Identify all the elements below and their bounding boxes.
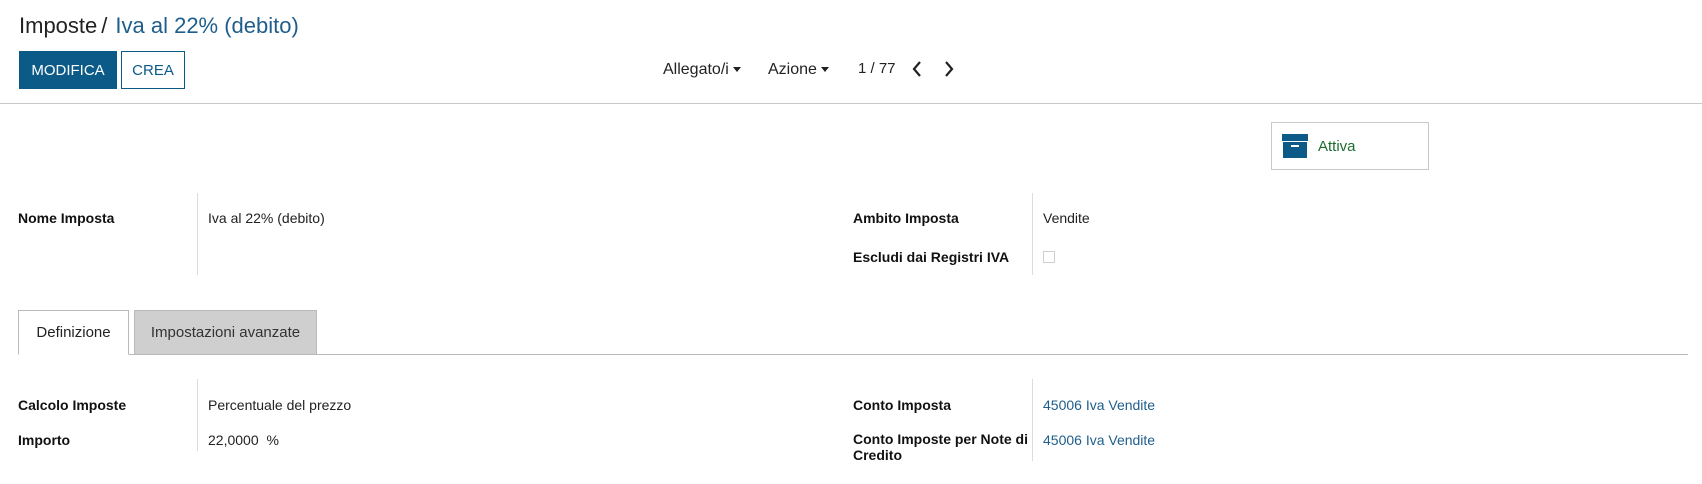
chevron-left-icon: [912, 61, 921, 77]
amount-field: 22,0000 %: [208, 432, 279, 448]
exclude-vat-label: Escludi dai Registri IVA: [853, 249, 1010, 265]
pager-value[interactable]: 1 / 77: [858, 60, 896, 77]
caret-down-icon: [732, 67, 741, 73]
divider: [197, 379, 198, 451]
action-dropdown[interactable]: Azione: [768, 61, 829, 79]
attachments-dropdown[interactable]: Allegato/i: [663, 61, 741, 79]
active-toggle-button[interactable]: Attiva: [1271, 122, 1429, 170]
chevron-right-icon: [945, 61, 954, 77]
next-record-button[interactable]: [939, 58, 959, 80]
tax-scope-label: Ambito Imposta: [853, 210, 959, 226]
breadcrumb-parent[interactable]: Imposte: [19, 13, 97, 38]
tax-computation-label: Calcolo Imposte: [18, 397, 127, 413]
edit-button[interactable]: MODIFICA: [19, 51, 117, 89]
refund-account-label: Conto Imposte per Note di Credito: [853, 431, 1028, 463]
amount-unit: %: [266, 432, 279, 448]
tab-definition[interactable]: Definizione: [18, 310, 129, 355]
tax-computation-value: Percentuale del prezzo: [208, 397, 352, 413]
breadcrumb-separator: /: [101, 13, 108, 38]
attachments-label: Allegato/i: [663, 61, 729, 78]
divider: [1032, 193, 1033, 275]
active-label: Attiva: [1318, 137, 1356, 155]
divider: [1032, 379, 1033, 461]
action-label: Azione: [768, 61, 817, 78]
control-panel: Imposte / Iva al 22% (debito) MODIFICA CRE…: [0, 0, 1702, 104]
breadcrumb-current: Iva al 22% (debito): [115, 13, 299, 38]
tax-name-label: Nome Imposta: [18, 210, 115, 226]
create-button[interactable]: CREA: [121, 51, 185, 89]
previous-record-button[interactable]: [907, 58, 927, 80]
breadcrumb: Imposte / Iva al 22% (debito): [19, 13, 299, 39]
tax-scope-value: Vendite: [1043, 210, 1090, 226]
refund-account-label-line1: Conto Imposte per Note di: [853, 431, 1028, 447]
archive-box-icon: [1282, 134, 1308, 158]
refund-account-label-line2: Credito: [853, 447, 902, 463]
exclude-vat-checkbox[interactable]: [1043, 251, 1055, 263]
amount-value: 22,0000: [208, 432, 259, 448]
refund-account-link[interactable]: 45006 Iva Vendite: [1043, 432, 1155, 448]
tab-advanced-settings[interactable]: Impostazioni avanzate: [134, 310, 317, 355]
caret-down-icon: [820, 67, 829, 73]
tax-name-value: Iva al 22% (debito): [208, 210, 325, 226]
divider: [197, 193, 198, 275]
tax-account-label: Conto Imposta: [853, 397, 951, 413]
amount-label: Importo: [18, 432, 71, 448]
tax-account-link[interactable]: 45006 Iva Vendite: [1043, 397, 1155, 413]
